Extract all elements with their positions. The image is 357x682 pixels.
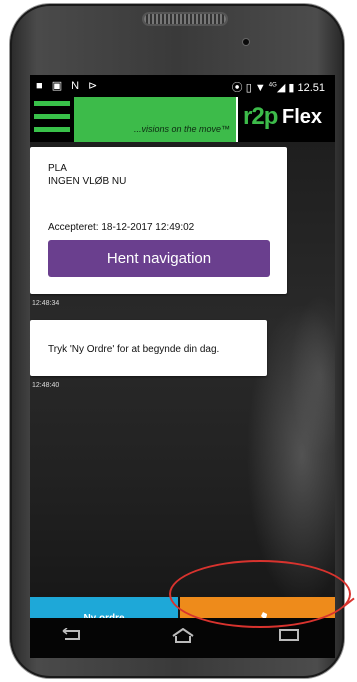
logo-r2p: r2p xyxy=(243,103,278,130)
get-navigation-button[interactable]: Hent navigation xyxy=(48,240,270,277)
network-type: 4G xyxy=(268,82,277,89)
battery-icon: ▮ xyxy=(288,82,295,94)
menu-button[interactable] xyxy=(30,97,74,142)
message-timestamp: 12:48:40 xyxy=(32,382,60,389)
recent-apps-icon[interactable] xyxy=(278,628,300,642)
message-line: INGEN VLØB NU xyxy=(48,176,127,187)
message-timestamp: 12:48:34 xyxy=(32,300,60,307)
home-icon[interactable] xyxy=(171,628,195,644)
message-text: Tryk 'Ny Ordre' for at begynde din dag. xyxy=(48,344,220,355)
logo-flex: Flex xyxy=(282,106,323,128)
status-bar: ■ ▣ N ⊳ ⦿ ▯ ▼ 4G◢ ▮ 12.51 xyxy=(30,75,335,97)
message-line: PLA xyxy=(48,163,67,174)
app-screen: ■ ▣ N ⊳ ⦿ ▯ ▼ 4G◢ ▮ 12.51 ...visions on … xyxy=(30,75,335,640)
clock: 12.51 xyxy=(297,82,325,94)
menu-icon-bar xyxy=(34,101,70,106)
notification-icons: ■ ▣ N ⊳ xyxy=(36,80,101,92)
menu-icon-bar xyxy=(34,114,70,119)
tagline-banner: ...visions on the move™ xyxy=(74,97,236,142)
r2pflex-logo: r2p Flex xyxy=(238,97,335,142)
earpiece-speaker xyxy=(144,14,226,24)
message-card: PLA INGEN VLØB NU Accepteret: 18-12-2017… xyxy=(30,147,287,294)
status-right: ⦿ ▯ ▼ 4G◢ ▮ 12.51 xyxy=(232,79,325,95)
message-card: Tryk 'Ny Ordre' for at begynde din dag. xyxy=(30,320,267,376)
back-icon[interactable] xyxy=(60,628,82,642)
wifi-icon: ▼ xyxy=(254,82,266,94)
vibrate-icon: ▯ xyxy=(245,82,252,94)
accepted-timestamp: Accepteret: 18-12-2017 12:49:02 xyxy=(48,222,195,233)
app-bar: ...visions on the move™ r2p Flex xyxy=(30,97,335,142)
menu-icon-bar xyxy=(34,127,70,132)
location-icon: ⦿ xyxy=(231,82,243,94)
front-camera xyxy=(243,39,249,45)
tagline-text: ...visions on the move™ xyxy=(133,124,230,134)
highlight-circle xyxy=(169,560,351,628)
signal-icon: ◢ xyxy=(276,82,286,94)
